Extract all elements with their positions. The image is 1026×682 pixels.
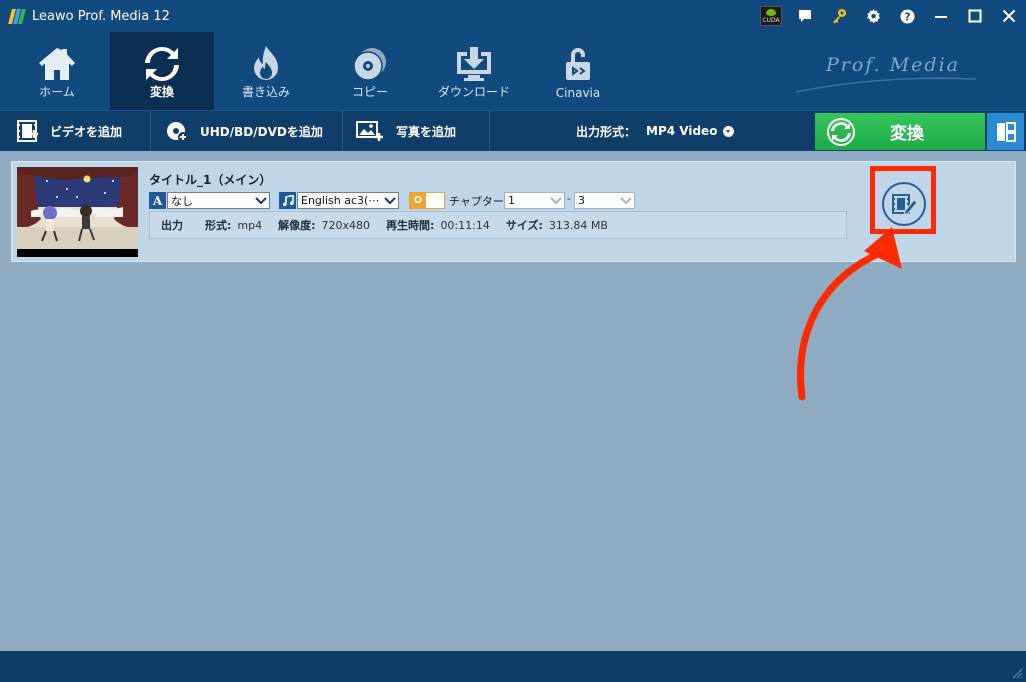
output-info-panel: 出力 形式: mp4 解像度: 720x480 再生時間: 00:11:14 サ… [149,211,847,239]
download-icon [457,47,491,81]
home-icon [39,48,75,80]
cuda-icon[interactable]: CUDA [754,0,788,32]
brand-logo: Prof. Media [786,46,986,96]
status-bar [0,651,1026,682]
size-value: 313.84 MB [548,218,608,232]
annotation-highlight-box [870,166,936,234]
key-icon[interactable] [822,0,856,32]
output-format-label: 出力形式： [576,124,637,139]
tab-convert-label: 変換 [149,85,174,99]
audio-icon [279,192,296,209]
brand-text: Prof. Media [825,54,960,76]
chapter-to-value: 3 [578,194,585,207]
settings-icon[interactable] [856,0,890,32]
toolbar: ビデオを追加 UHD/BD/DVDを追加 写真を追加 出力形式： MP4 Vid… [0,110,1026,151]
convert-button-label: 変換 [890,124,924,144]
output-label: 出力 [161,219,183,232]
layout-toggle-button[interactable] [987,113,1024,150]
subtitle-dropdown[interactable]: なし [167,192,270,209]
video-thumbnail [17,167,138,257]
svg-text:?: ? [904,11,910,23]
refresh-icon [145,47,179,81]
app-title: Leawo Prof. Media 12 [32,8,170,24]
tab-cinavia-label: Cinavia [555,86,601,100]
chevron-down-icon [384,197,396,205]
chevron-down-icon [723,125,735,137]
chat-icon[interactable] [788,0,822,32]
format-value: mp4 [237,218,263,232]
unlock-icon [566,48,590,80]
tab-home-label: ホーム [39,85,75,99]
layout-icon [996,121,1016,142]
maximize-icon[interactable] [958,0,992,32]
tab-copy[interactable]: コピー [318,32,422,110]
subtitle-selector: A なし English ac3(⋯ [149,192,399,209]
add-photo-icon [356,121,383,141]
annotation-arrow [797,227,902,401]
size-label: サイズ: [505,219,543,232]
chevron-down-icon [550,197,562,205]
close-icon[interactable] [992,0,1026,32]
tab-convert[interactable]: 変換 [110,32,214,110]
tab-burn[interactable]: 書き込み [214,32,318,110]
convert-button[interactable]: 変換 [815,113,985,150]
add-photo-button[interactable]: 写真を追加 [356,111,456,151]
title-bar: Leawo Prof. Media 12 CUDA ? [0,0,1026,32]
chevron-down-icon [255,197,267,205]
film-icon [17,120,38,142]
chevron-down-icon [620,197,632,205]
chapter-toggle[interactable]: O [409,192,445,209]
add-disc-button[interactable]: UHD/BD/DVDを追加 [166,111,323,151]
resize-grip-icon[interactable] [1011,667,1023,679]
chapter-separator: - [567,192,571,205]
tab-download[interactable]: ダウンロード [422,32,526,110]
minimize-icon[interactable] [924,0,958,32]
add-video-button[interactable]: ビデオを追加 [16,111,122,151]
add-video-label: ビデオを追加 [50,124,123,139]
add-disc-label: UHD/BD/DVDを追加 [200,124,323,139]
audio-value: English ac3(⋯ [301,194,380,207]
add-photo-label: 写真を追加 [396,124,457,139]
output-format-selector[interactable]: 出力形式： MP4 Video [576,111,735,151]
help-icon[interactable]: ? [890,0,924,32]
resolution-label: 解像度: [278,219,316,232]
flame-icon [254,46,278,80]
chapter-from-dropdown[interactable]: 1 [504,192,565,209]
disc-icon [353,48,386,81]
duration-label: 再生時間: [386,219,435,232]
tab-burn-label: 書き込み [241,85,290,99]
app-logo-icon [8,8,26,24]
chapter-label: チャプター [449,195,504,208]
subtitle-icon: A [149,192,166,209]
chapter-to-dropdown[interactable]: 3 [574,192,635,209]
tab-copy-label: コピー [351,85,388,99]
subtitle-value: なし [171,194,193,208]
main-navigation: ホーム 変換 書き込み コピー ダウンロード Cinavia Prof. Med… [0,32,1026,110]
toggle-knob: O [410,193,426,208]
item-title: タイトル_1（メイン） [149,173,272,187]
tab-home[interactable]: ホーム [5,32,109,110]
add-disc-icon [167,122,188,142]
tab-download-label: ダウンロード [437,85,510,99]
resolution-value: 720x480 [321,218,371,232]
duration-value: 00:11:14 [440,218,490,232]
tab-cinavia[interactable]: Cinavia [526,32,630,110]
chapter-from-value: 1 [508,194,515,207]
audio-dropdown[interactable]: English ac3(⋯ [297,192,399,209]
output-format-value: MP4 Video [646,124,718,138]
format-label: 形式: [205,219,232,232]
